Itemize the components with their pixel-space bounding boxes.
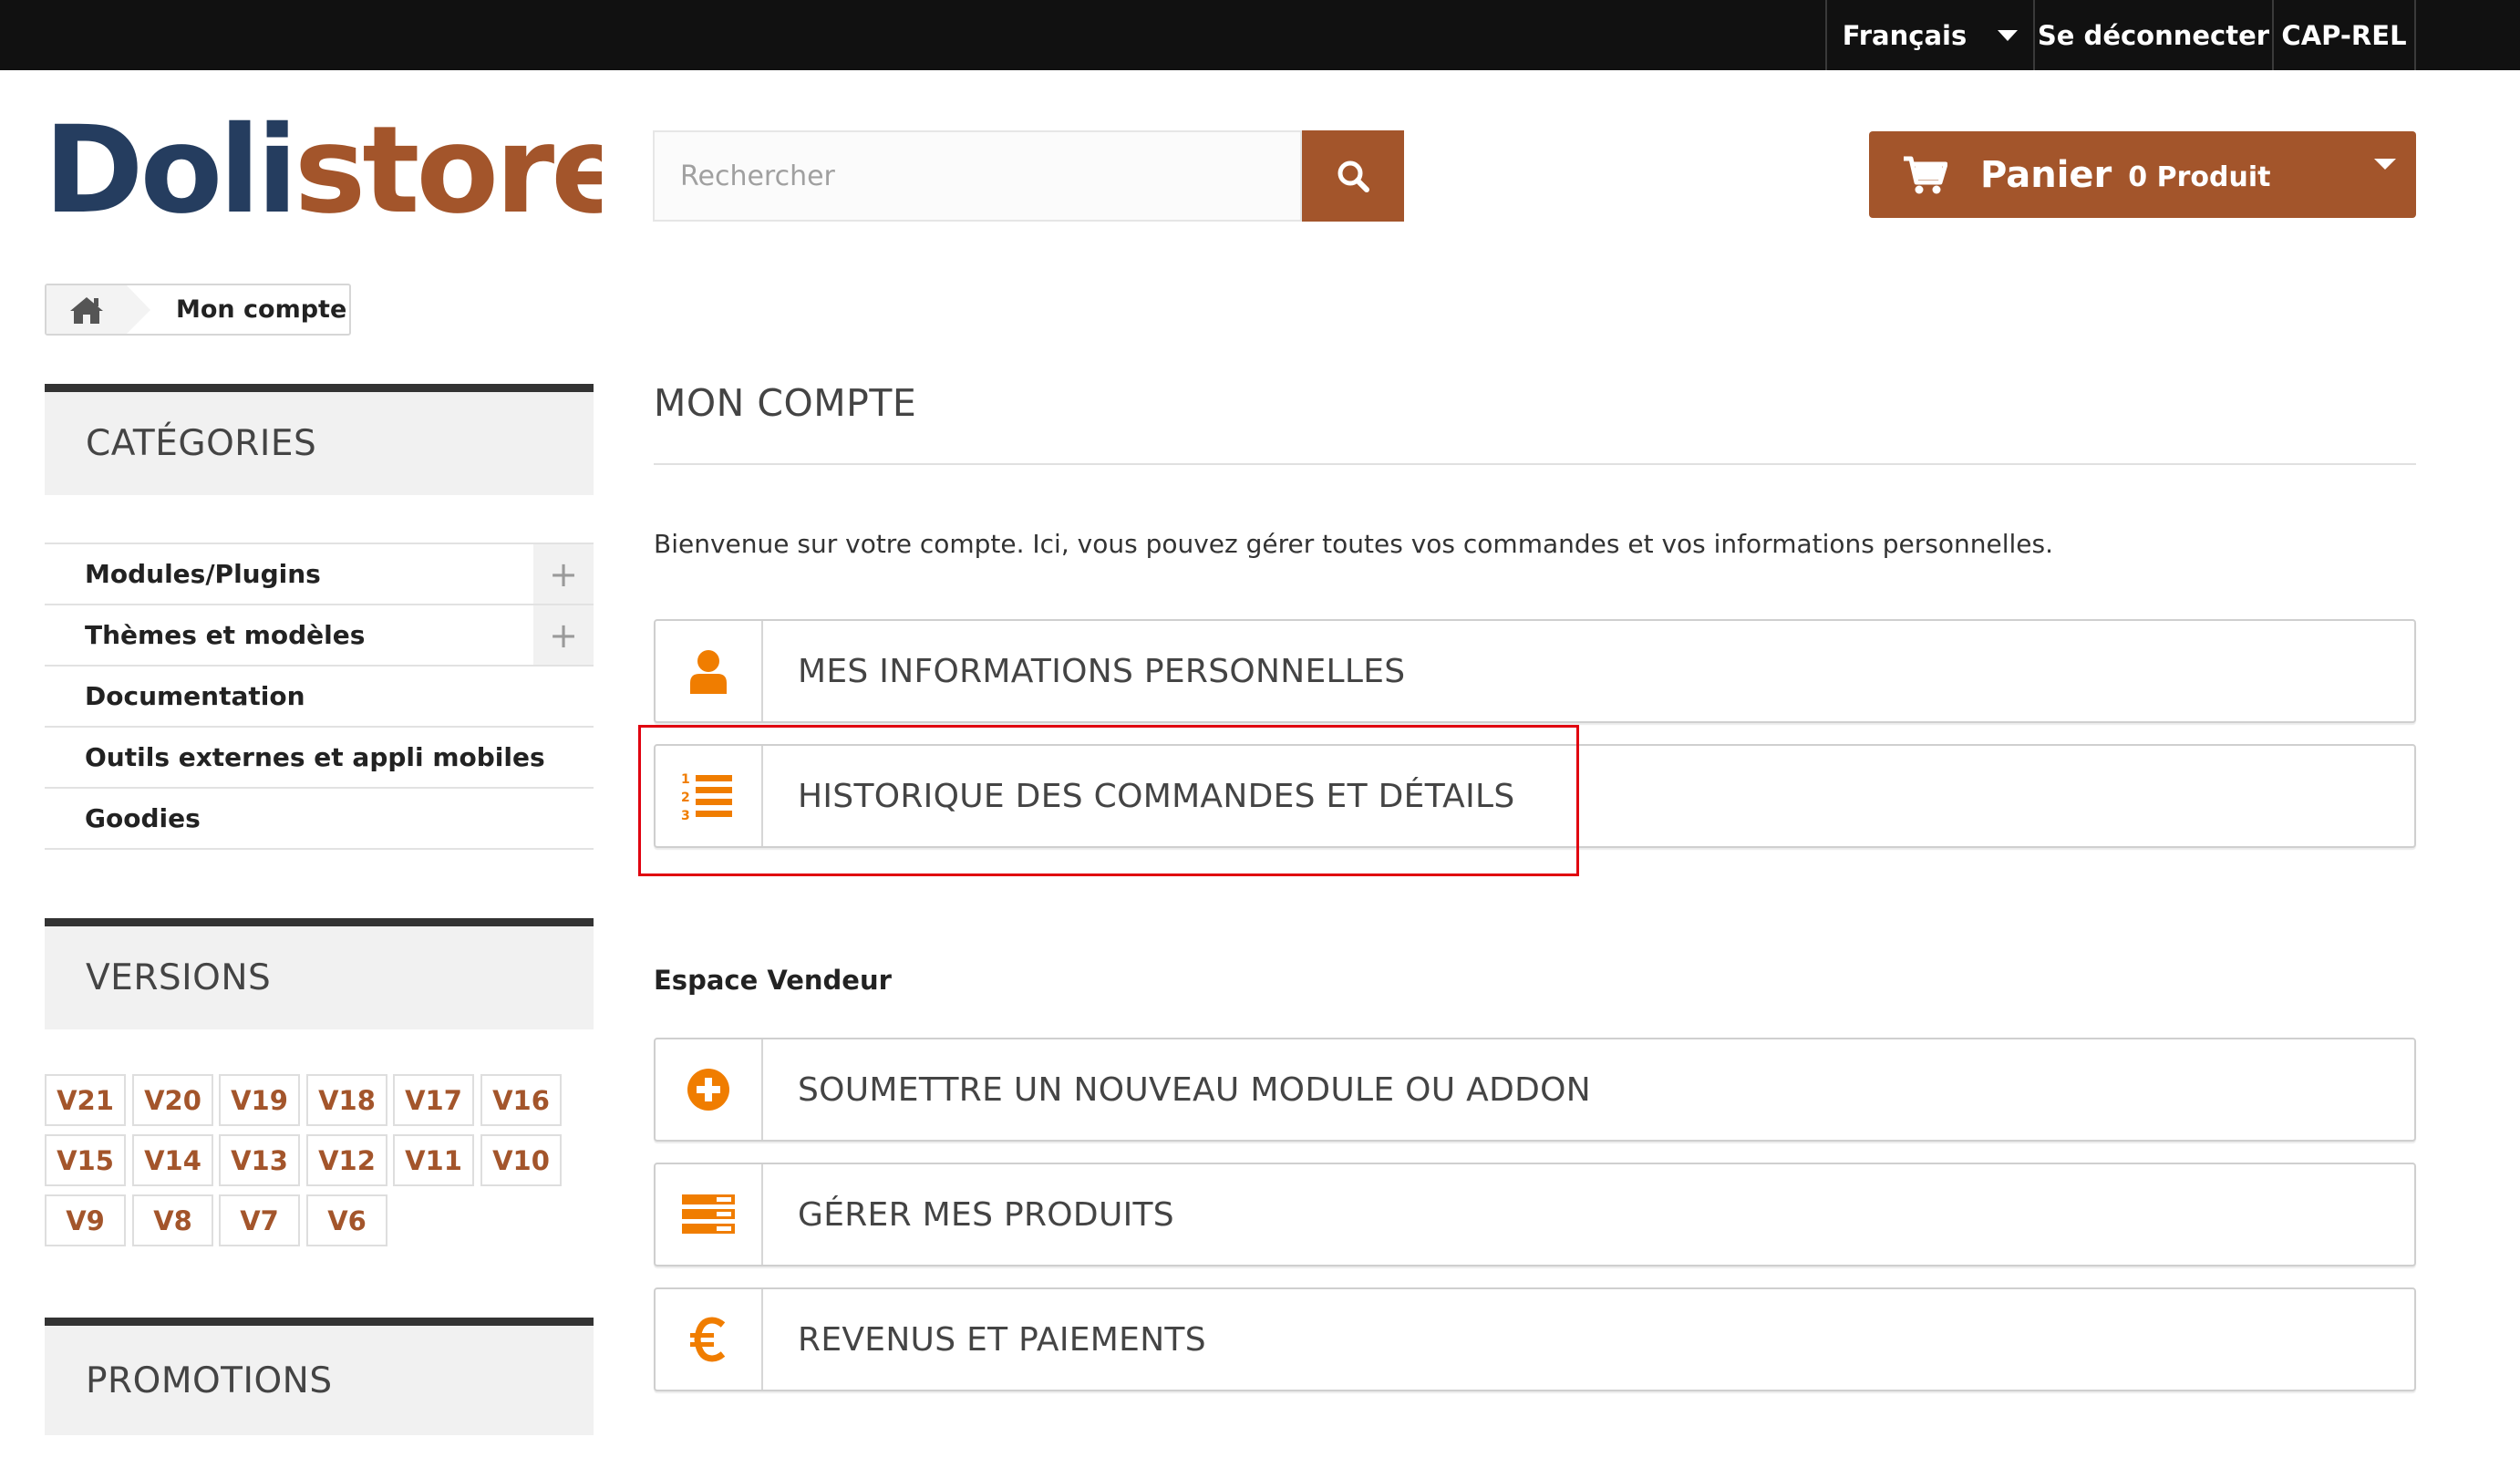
breadcrumb-current: Mon compte [176, 295, 347, 324]
category-item-external-tools[interactable]: Outils externes et appli mobiles [45, 726, 594, 787]
icon-cell [656, 1039, 763, 1140]
version-tag-v11[interactable]: V11 [393, 1134, 474, 1186]
version-tag-v15[interactable]: V15 [45, 1134, 126, 1186]
version-tag-v8[interactable]: V8 [132, 1194, 213, 1246]
personal-info-link[interactable]: MES INFORMATIONS PERSONNELLES [654, 619, 2416, 723]
version-tag-v21[interactable]: V21 [45, 1074, 126, 1126]
category-item-documentation[interactable]: Documentation [45, 665, 594, 726]
dolistore-logo[interactable]: Dolistore [44, 109, 602, 228]
svg-text:Dolistore: Dolistore [44, 109, 602, 228]
search-bar [653, 130, 1404, 222]
logout-label: Se déconnecter [2037, 19, 2270, 51]
search-input[interactable] [653, 130, 1302, 222]
language-selector[interactable]: Français [1825, 0, 2033, 70]
promotions-title: PROMOTIONS [45, 1318, 594, 1435]
category-item-goodies[interactable]: Goodies [45, 787, 594, 850]
version-tag-v10[interactable]: V10 [480, 1134, 562, 1186]
icon-cell [656, 1164, 763, 1265]
revenue-payments-link[interactable]: REVENUS ET PAIEMENTS [654, 1287, 2416, 1391]
breadcrumb-home[interactable] [46, 285, 127, 334]
icon-cell [656, 1289, 763, 1390]
product-list-icon [682, 1194, 735, 1234]
breadcrumb: Mon compte [45, 284, 351, 336]
manage-products-link[interactable]: GÉRER MES PRODUITS [654, 1163, 2416, 1266]
caret-down-icon [1998, 29, 2019, 41]
breadcrumb-separator [127, 285, 150, 334]
version-tag-v7[interactable]: V7 [219, 1194, 300, 1246]
version-tag-v13[interactable]: V13 [219, 1134, 300, 1186]
language-label: Français [1842, 19, 1967, 51]
logout-link[interactable]: Se déconnecter [2033, 0, 2272, 70]
welcome-text: Bienvenue sur votre compte. Ici, vous po… [654, 529, 2053, 559]
version-tag-v20[interactable]: V20 [132, 1074, 213, 1126]
link-label: REVENUS ET PAIEMENTS [798, 1320, 1206, 1359]
cart-button[interactable]: Panier 0 Produit [1869, 131, 2416, 218]
cart-count: 0 Produit [2128, 161, 2271, 193]
page-title: MON COMPTE [654, 381, 917, 425]
icon-cell [656, 621, 763, 721]
plus-icon[interactable]: + [533, 544, 594, 604]
highlight-box [638, 725, 1579, 876]
link-label: MES INFORMATIONS PERSONNELLES [798, 652, 1406, 690]
search-icon [1337, 160, 1369, 192]
version-tag-v19[interactable]: V19 [219, 1074, 300, 1126]
account-name-label: CAP-REL [2281, 19, 2407, 51]
top-bar: Français Se déconnecter CAP-REL [0, 0, 2520, 70]
categories-title: CATÉGORIES [45, 384, 594, 495]
euro-icon [690, 1317, 726, 1362]
version-tag-v6[interactable]: V6 [306, 1194, 387, 1246]
divider [654, 463, 2416, 465]
plus-icon[interactable]: + [533, 605, 594, 665]
cart-label: Panier [1980, 153, 2112, 196]
search-button[interactable] [1302, 130, 1404, 222]
version-tag-v9[interactable]: V9 [45, 1194, 126, 1246]
home-icon [70, 296, 103, 324]
category-item-themes[interactable]: Thèmes et modèles + [45, 604, 594, 665]
category-label: Outils externes et appli mobiles [85, 742, 545, 772]
plus-circle-icon [687, 1069, 729, 1111]
version-tag-v17[interactable]: V17 [393, 1074, 474, 1126]
link-label: SOUMETTRE UN NOUVEAU MODULE OU ADDON [798, 1070, 1592, 1109]
account-link[interactable]: CAP-REL [2272, 0, 2416, 70]
version-tag-v14[interactable]: V14 [132, 1134, 213, 1186]
category-label: Modules/Plugins [85, 559, 321, 589]
shopping-cart-icon [1904, 156, 1947, 193]
link-label: GÉRER MES PRODUITS [798, 1195, 1174, 1234]
versions-title: VERSIONS [45, 918, 594, 1029]
category-label: Thèmes et modèles [85, 620, 366, 650]
version-tag-v12[interactable]: V12 [306, 1134, 387, 1186]
submit-module-link[interactable]: SOUMETTRE UN NOUVEAU MODULE OU ADDON [654, 1038, 2416, 1142]
vendor-section-title: Espace Vendeur [654, 965, 892, 996]
user-icon [690, 650, 727, 694]
category-item-modules-plugins[interactable]: Modules/Plugins + [45, 543, 594, 604]
caret-down-icon [2374, 159, 2396, 170]
category-label: Goodies [85, 803, 201, 833]
version-tag-v18[interactable]: V18 [306, 1074, 387, 1126]
category-list: Modules/Plugins + Thèmes et modèles + Do… [45, 543, 594, 850]
version-tag-v16[interactable]: V16 [480, 1074, 562, 1126]
category-label: Documentation [85, 681, 305, 711]
